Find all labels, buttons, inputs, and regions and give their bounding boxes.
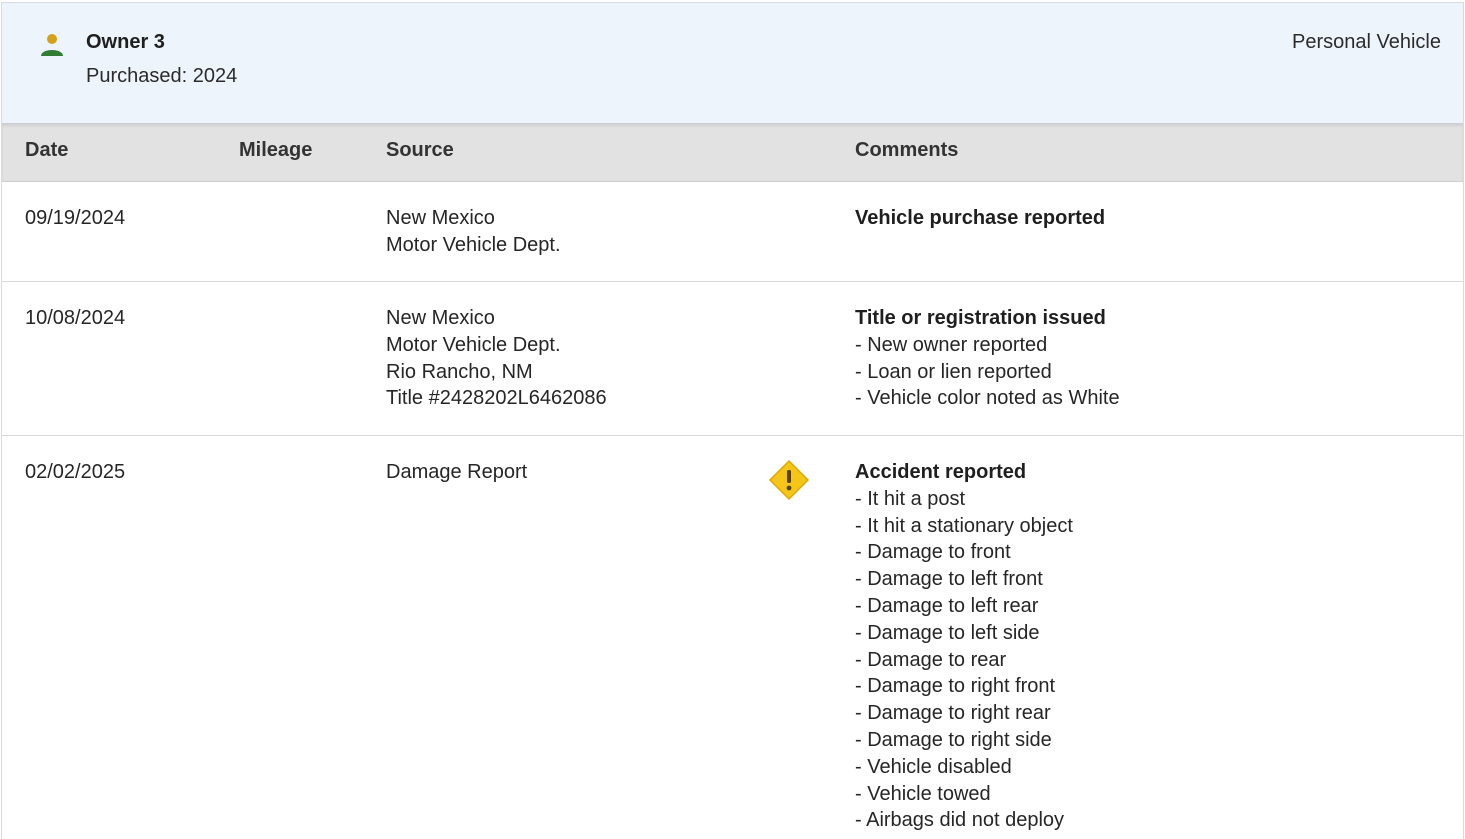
comment-item: - Loan or lien reported — [855, 360, 1052, 383]
comment-item: - Vehicle disabled — [855, 755, 1012, 778]
source-line: New Mexico — [386, 207, 495, 229]
column-header-mileage: Mileage — [239, 139, 313, 161]
comment-item: - It hit a post — [855, 487, 966, 510]
column-header-comments: Comments — [855, 139, 959, 161]
comment-item: - Damage to right rear — [855, 702, 1051, 725]
owner-vehicle-type: Personal Vehicle — [1292, 31, 1441, 53]
comment-item: - Vehicle color noted as White — [855, 387, 1120, 410]
table-header: Date Mileage Source Comments — [2, 124, 1463, 182]
row-date: 02/02/2025 — [25, 461, 126, 483]
source-line: Rio Rancho, NM — [386, 360, 533, 383]
source-line: Title #2428202L6462086 — [386, 387, 607, 410]
comment-item: - Vehicle towed — [855, 782, 991, 805]
comment-item: - New owner reported — [855, 333, 1048, 356]
comment-item: - Damage to front — [855, 541, 1011, 564]
owner-title: Owner 3 — [86, 31, 165, 53]
row-comments: Title or registration issued - New owner… — [855, 305, 1120, 412]
source-line: Motor Vehicle Dept. — [386, 333, 561, 356]
row-date: 09/19/2024 — [25, 207, 126, 229]
comment-item: - Damage to right side — [855, 728, 1052, 751]
row-comments: Vehicle purchase reported — [855, 205, 1105, 232]
comment-item: - Damage to right front — [855, 675, 1056, 698]
comment-item: - Damage to left side — [855, 621, 1040, 644]
row-comments: Accident reported - It hit a post - It h… — [855, 459, 1073, 834]
table-row: 09/19/2024 New Mexico Motor Vehicle Dept… — [2, 182, 1463, 282]
row-source: Damage Report — [386, 459, 527, 486]
column-header-source: Source — [386, 139, 454, 161]
owner-header: Owner 3 Purchased: 2024 Personal Vehicle — [2, 3, 1463, 124]
comment-item: - Damage to left rear — [855, 594, 1039, 617]
comment-item: - Damage to rear — [855, 648, 1007, 671]
row-source: New Mexico Motor Vehicle Dept. Rio Ranch… — [386, 305, 607, 412]
owner-history-card: Owner 3 Purchased: 2024 Personal Vehicle… — [1, 2, 1464, 839]
row-source: New Mexico Motor Vehicle Dept. — [386, 205, 561, 259]
owner-purchased-year: Purchased: 2024 — [86, 65, 238, 87]
source-line: Motor Vehicle Dept. — [386, 233, 561, 256]
source-line: Damage Report — [386, 461, 528, 483]
row-date: 10/08/2024 — [25, 307, 126, 329]
warning-icon — [768, 459, 810, 501]
comment-item: - It hit a stationary object — [855, 514, 1073, 537]
comment-title: Accident reported — [855, 461, 1027, 483]
row-alert — [768, 459, 810, 501]
comment-title: Vehicle purchase reported — [855, 207, 1106, 229]
comment-item: - Damage to left front — [855, 568, 1043, 591]
source-line: New Mexico — [386, 307, 495, 329]
comment-title: Title or registration issued — [855, 307, 1106, 329]
comment-item: - Airbags did not deploy — [855, 809, 1065, 832]
table-row: 10/08/2024 New Mexico Motor Vehicle Dept… — [2, 282, 1463, 436]
table-row: 02/02/2025 Damage Report Accident report… — [2, 436, 1463, 839]
column-header-date: Date — [25, 139, 69, 161]
person-icon — [41, 34, 63, 56]
